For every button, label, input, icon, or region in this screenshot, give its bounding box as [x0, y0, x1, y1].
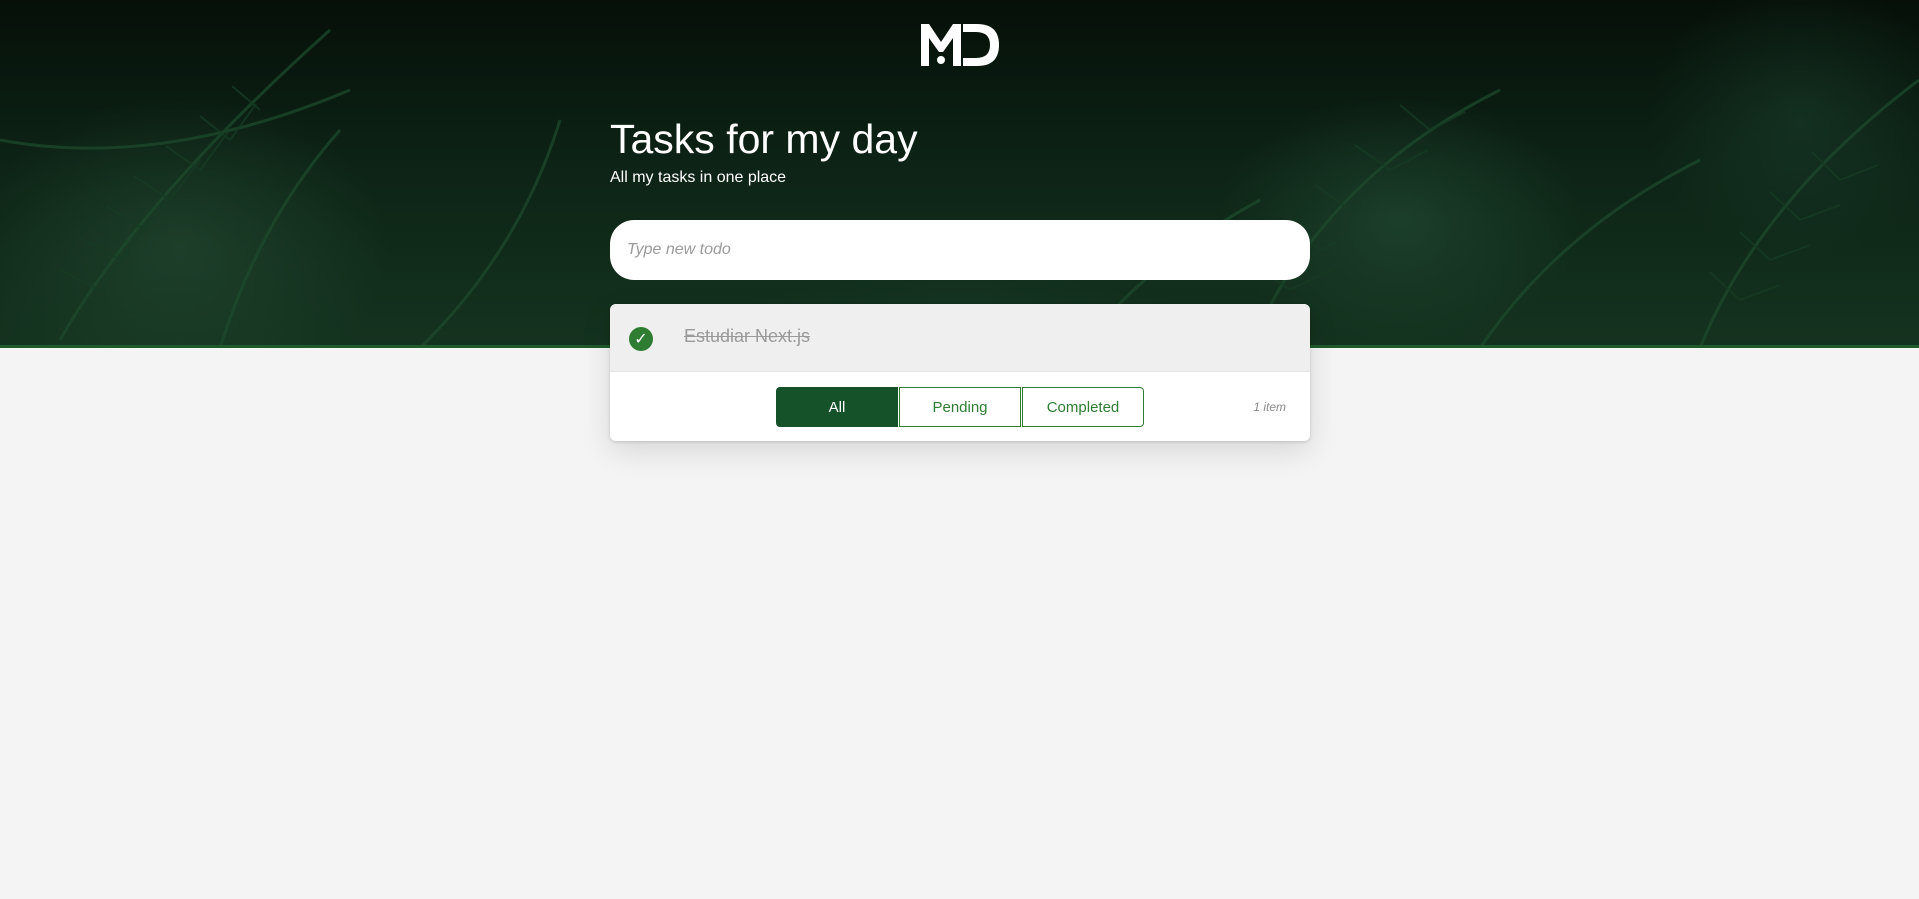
items-count: 1 item	[1253, 400, 1286, 414]
filter-all-button[interactable]: All	[776, 387, 898, 427]
hero-banner: Tasks for my day All my tasks in one pla…	[0, 0, 1919, 348]
page-title: Tasks for my day	[610, 116, 918, 162]
todo-list-card: ✓ Estudiar Next.js All Pending Completed…	[610, 304, 1310, 441]
page-subtitle: All my tasks in one place	[610, 169, 787, 186]
filter-completed-button[interactable]: Completed	[1022, 387, 1144, 427]
filter-group: All Pending Completed	[776, 387, 1144, 427]
new-todo-input[interactable]	[610, 220, 1310, 280]
filter-pending-button[interactable]: Pending	[899, 387, 1021, 427]
check-circle-icon[interactable]: ✓	[629, 327, 653, 351]
todo-item[interactable]: ✓ Estudiar Next.js	[610, 304, 1310, 372]
todo-item-text: Estudiar Next.js	[684, 326, 811, 346]
md-logo-icon	[921, 24, 999, 66]
